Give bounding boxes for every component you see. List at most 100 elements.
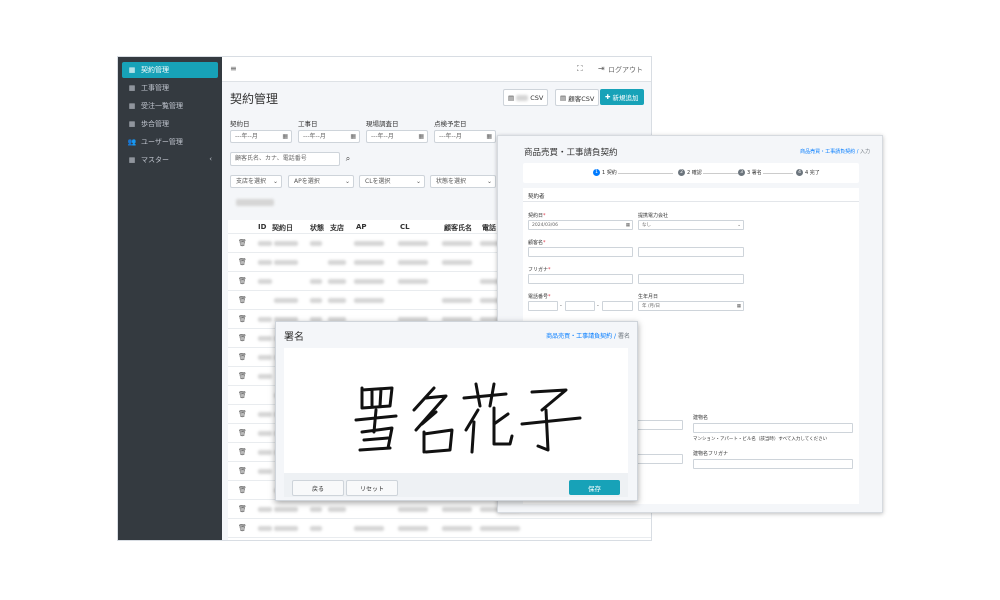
calendar-icon: ▦ <box>282 133 288 140</box>
sidebar-item-contracts[interactable]: ▦ 契約管理 <box>122 62 218 78</box>
trash-icon[interactable]: 🗑 <box>238 467 247 475</box>
step-contract: 11 契約 <box>593 169 617 176</box>
status-select[interactable]: 状態を選択 ⌄ <box>430 175 496 188</box>
breadcrumb-separator: / <box>856 149 859 155</box>
logout-link[interactable]: ログアウト <box>608 65 643 75</box>
ap-select[interactable]: APを選択 ⌄ <box>288 175 354 188</box>
search-icon[interactable]: ⌕ <box>340 152 356 166</box>
inspection-date-input[interactable]: ---年--月 ▦ <box>434 130 496 143</box>
fullscreen-icon[interactable]: ⛶ <box>577 64 583 74</box>
last-name-field[interactable] <box>528 247 633 257</box>
grid-icon: ▦ <box>128 102 136 110</box>
cl-select[interactable]: CLを選択 ⌄ <box>359 175 425 188</box>
logout-icon[interactable]: ⇥ <box>598 64 605 73</box>
contract-date-input[interactable]: ---年--月 ▦ <box>230 130 292 143</box>
first-name-field[interactable] <box>638 247 744 257</box>
construction-date-input[interactable]: ---年--月 ▦ <box>298 130 360 143</box>
calendar-icon: ▦ <box>736 304 741 309</box>
branch-select[interactable]: 支店を選択 ⌄ <box>230 175 282 188</box>
building-kana-label: 建物名フリガナ <box>693 451 729 457</box>
last-name-kana-field[interactable] <box>528 274 633 284</box>
sidebar-item-orders[interactable]: ▦ 受注一覧管理 <box>122 98 218 114</box>
blurred-cell <box>442 260 472 265</box>
grid-icon: ▦ <box>128 84 136 92</box>
step-number: 2 <box>678 169 685 176</box>
step-confirm: 22 確認 <box>678 169 702 176</box>
blurred-cell <box>258 450 272 455</box>
step-label: 1 契約 <box>602 170 617 176</box>
step-label: 3 署名 <box>747 170 762 176</box>
trash-icon[interactable]: 🗑 <box>238 296 247 304</box>
phone-field-2[interactable] <box>565 301 595 311</box>
sidebar-item-commission[interactable]: ▦ 歩合管理 <box>122 116 218 132</box>
button-label: CSV <box>530 93 544 102</box>
blurred-cell <box>480 526 520 531</box>
survey-date-input[interactable]: ---年--月 ▦ <box>366 130 428 143</box>
date-placeholder: ---年--月 <box>439 133 462 140</box>
sidebar-item-construction[interactable]: ▦ 工事管理 <box>122 80 218 96</box>
blurred-cell <box>310 507 322 512</box>
trash-icon[interactable]: 🗑 <box>238 353 247 361</box>
partner-select[interactable]: なし ⌄ <box>638 220 744 230</box>
select-value: CLを選択 <box>365 178 391 185</box>
contract-title: 商品売買・工事請負契約 <box>524 148 618 158</box>
trash-icon[interactable]: 🗑 <box>238 334 247 342</box>
breadcrumb-link[interactable]: 商品売買・工事請負契約 <box>546 333 612 340</box>
select-value: 支店を選択 <box>236 178 267 185</box>
handwritten-signature <box>354 382 582 454</box>
blurred-cell <box>274 526 298 531</box>
blurred-cell <box>258 469 272 474</box>
blurred-cell <box>354 298 384 303</box>
col-header-ap: AP <box>356 223 367 231</box>
contract-date-field[interactable]: 2024/03/06 ▦ <box>528 220 633 230</box>
blurred-text <box>516 94 529 101</box>
date-placeholder: ---年--月 <box>371 133 394 140</box>
signature-pad[interactable] <box>284 348 628 473</box>
breadcrumb-link[interactable]: 商品売買・工事請負契約 <box>800 149 855 155</box>
trash-icon[interactable]: 🗑 <box>238 448 247 456</box>
trash-icon[interactable]: 🗑 <box>238 391 247 399</box>
trash-icon[interactable]: 🗑 <box>238 372 247 380</box>
search-input[interactable]: 顧客氏名、カナ、電話番号 <box>230 152 340 166</box>
blurred-cell <box>442 298 472 303</box>
step-label: 4 完了 <box>805 170 820 176</box>
trash-icon[interactable]: 🗑 <box>238 505 247 513</box>
customer-csv-button[interactable]: ▤ 顧客CSV <box>555 89 600 106</box>
breadcrumb: 商品売買・工事請負契約 / 署名 <box>546 331 630 340</box>
section-header: 契約者 <box>523 188 859 202</box>
blurred-cell <box>258 526 272 531</box>
save-button[interactable]: 保存 <box>569 480 620 495</box>
trash-icon[interactable]: 🗑 <box>238 277 247 285</box>
phone-field-3[interactable] <box>602 301 633 311</box>
building-field[interactable] <box>693 423 853 433</box>
phone-field-1[interactable] <box>528 301 558 311</box>
table-row[interactable]: 🗑 完了 <box>228 537 651 540</box>
blurred-cell <box>442 526 472 531</box>
add-new-button[interactable]: ✚ 新規追加 <box>600 89 644 105</box>
trash-icon[interactable]: 🗑 <box>238 486 247 494</box>
trash-icon[interactable]: 🗑 <box>238 429 247 437</box>
blurred-cell <box>274 241 298 246</box>
select-value: APを選択 <box>294 178 320 185</box>
csv-export-button[interactable]: ▤ CSV <box>503 89 549 106</box>
building-kana-field[interactable] <box>693 459 853 469</box>
trash-icon[interactable]: 🗑 <box>238 239 247 247</box>
trash-icon[interactable]: 🗑 <box>238 410 247 418</box>
trash-icon[interactable]: 🗑 <box>238 258 247 266</box>
menu-icon[interactable]: ≡ <box>230 64 237 73</box>
blurred-cell <box>328 507 346 512</box>
sidebar-item-users[interactable]: 👥 ユーザー管理 <box>122 134 218 150</box>
blurred-cell <box>258 317 272 322</box>
sidebar-item-master[interactable]: ▦ マスター ‹ <box>122 152 218 168</box>
trash-icon[interactable]: 🗑 <box>238 315 247 323</box>
trash-icon[interactable]: 🗑 <box>238 524 247 532</box>
first-name-kana-field[interactable] <box>638 274 744 284</box>
blurred-cell <box>328 260 346 265</box>
table-row[interactable]: 🗑 <box>228 518 651 538</box>
back-button[interactable]: 戻る <box>292 480 344 496</box>
chevron-down-icon: ⌄ <box>272 178 278 185</box>
reset-button[interactable]: リセット <box>346 480 398 496</box>
blurred-cell <box>274 507 298 512</box>
blurred-cell <box>274 260 298 265</box>
birthdate-field[interactable]: 年 /月/日 ▦ <box>638 301 744 311</box>
